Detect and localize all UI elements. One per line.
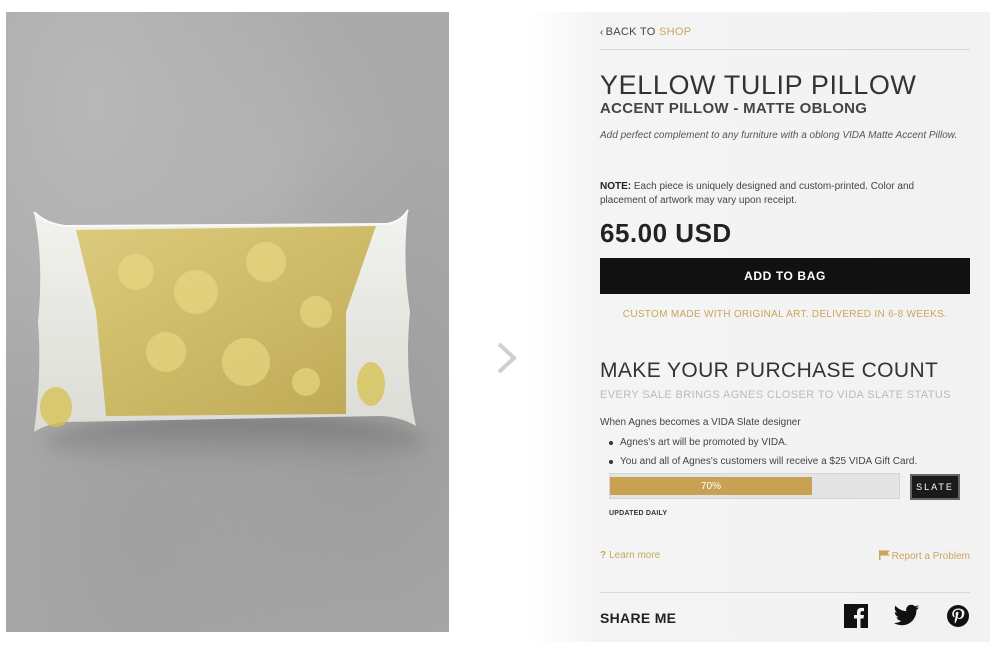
add-to-bag-button[interactable]: ADD TO BAG: [600, 258, 970, 294]
divider: [600, 49, 970, 50]
product-subtitle: ACCENT PILLOW - MATTE OBLONG: [600, 100, 868, 117]
report-problem-label: Report a Problem: [891, 551, 970, 562]
report-problem-area: Report a Problem: [600, 550, 970, 562]
flag-icon: [878, 550, 890, 560]
product-note: NOTE: Each piece is uniquely designed an…: [600, 180, 960, 208]
note-text: Each piece is uniquely designed and cust…: [600, 181, 915, 206]
updated-daily-label: UPDATED DAILY: [609, 510, 668, 517]
twitter-icon[interactable]: [894, 604, 920, 628]
product-description: Add perfect complement to any furniture …: [600, 130, 958, 141]
note-label: NOTE:: [600, 181, 632, 192]
slate-progress-bar: 70%: [609, 473, 900, 499]
product-info-panel: ‹ BACK TO SHOP YELLOW TULIP PILLOW ACCENT…: [528, 12, 990, 642]
pinterest-icon[interactable]: [946, 604, 970, 628]
list-item: Agnes's art will be promoted by VIDA.: [600, 433, 970, 452]
back-prefix: BACK TO: [605, 26, 656, 38]
progress-fill: 70%: [610, 477, 812, 495]
slate-intro: When Agnes becomes a VIDA Slate designer: [600, 417, 801, 428]
list-item: You and all of Agnes's customers will re…: [600, 452, 970, 471]
product-image: [6, 12, 449, 632]
shop-link[interactable]: SHOP: [659, 26, 691, 38]
purchase-count-subheading: EVERY SALE BRINGS AGNES CLOSER TO VIDA S…: [600, 389, 951, 401]
facebook-icon[interactable]: [844, 604, 868, 628]
slate-benefits-list: Agnes's art will be promoted by VIDA. Yo…: [600, 433, 970, 471]
divider: [600, 592, 970, 593]
back-to-shop-link[interactable]: ‹ BACK TO SHOP: [600, 26, 970, 38]
next-image-chevron-icon[interactable]: [494, 340, 520, 376]
chevron-left-icon: ‹: [600, 27, 604, 38]
product-title: YELLOW TULIP PILLOW: [600, 70, 917, 100]
report-problem-link[interactable]: Report a Problem: [878, 550, 970, 562]
custom-made-notice: CUSTOM MADE WITH ORIGINAL ART. DELIVERED…: [622, 309, 948, 320]
slate-badge: SLATE: [910, 474, 960, 500]
product-price: 65.00 USD: [600, 218, 732, 248]
purchase-count-heading: MAKE YOUR PURCHASE COUNT: [600, 359, 939, 382]
